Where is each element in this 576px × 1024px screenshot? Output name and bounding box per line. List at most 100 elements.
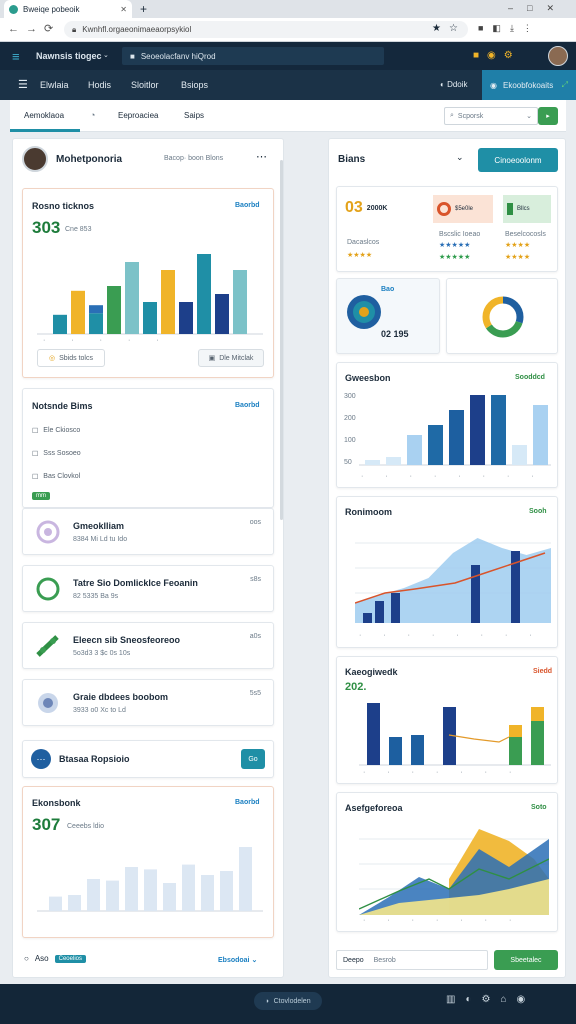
chat-icon: ⋯ xyxy=(31,749,51,769)
x-ticks: ······· xyxy=(363,769,534,776)
footer-button[interactable]: Sbeetalec xyxy=(494,950,558,970)
list-item[interactable]: Eleecn sib Sneosfeoreoo 5o3d3 3 $c 0s 10s… xyxy=(22,622,274,669)
bar xyxy=(107,286,121,334)
primary-button[interactable]: Cinoeoolonm xyxy=(478,148,558,172)
hamburger-icon[interactable]: ☰ xyxy=(18,78,28,91)
bar xyxy=(363,613,372,623)
footer-input[interactable]: Deepo Besrob xyxy=(336,950,488,970)
nav-right-link[interactable]: ◐ Ddoik xyxy=(440,80,468,89)
note-item[interactable]: ☐ Sss Sosoeo xyxy=(32,450,81,458)
history-icon[interactable]: ◔ xyxy=(90,110,95,120)
radio-icon[interactable]: ○ xyxy=(24,954,29,963)
address-bar: ←→⟳ 🔒︎ Kwnhfl.orgaeonimaeaorpsykiol ★☆ ■… xyxy=(0,18,576,42)
bar xyxy=(239,847,252,911)
avatar[interactable] xyxy=(548,46,568,66)
chart-link[interactable]: Siedd xyxy=(533,668,552,675)
target-icon xyxy=(437,202,451,216)
nav-arrows-icon[interactable]: ←→⟳ xyxy=(8,22,60,35)
favicon-icon xyxy=(9,4,18,14)
list-item[interactable]: Tatre Sio Domlicklce Feoanin 82 5335 Ba 9… xyxy=(22,565,274,612)
chevron-down-icon[interactable]: ⌄ xyxy=(456,152,464,163)
menu-icon[interactable]: ≡ xyxy=(12,49,20,64)
rating-stars: ★★★★ xyxy=(347,252,373,259)
nav-item-3[interactable]: Bsiops xyxy=(181,80,208,90)
export-button[interactable]: ▣ Dle Mitclak xyxy=(198,349,264,367)
bar xyxy=(531,721,544,765)
note-item[interactable]: ☐ Bas Clovkol xyxy=(32,473,80,481)
chart-title: Gweesbon xyxy=(345,373,391,383)
browser-tab[interactable]: Bweiqe pobeoik ✕ xyxy=(4,0,132,18)
bookmark-icon[interactable]: ★☆ xyxy=(432,23,466,34)
filter-button[interactable]: ▸ xyxy=(538,107,558,125)
area-chart-4 xyxy=(355,538,551,623)
banner-button[interactable]: Go xyxy=(241,749,265,769)
close-icon[interactable]: ✕ xyxy=(120,5,127,14)
nav-item-0[interactable]: Elwlaia xyxy=(40,80,69,90)
chart-value: 202. xyxy=(345,681,367,693)
bottom-bar: ◗ Ctovlodelen ▥◐⚙⌂◉ xyxy=(0,984,576,1024)
nav-item-2[interactable]: Sloitlor xyxy=(131,80,159,90)
bar xyxy=(49,896,62,911)
chevron-down-icon[interactable]: ⌄ xyxy=(103,51,109,59)
chart-link[interactable]: Sooh xyxy=(529,508,547,515)
tab-reports[interactable]: Eeproaciea xyxy=(118,111,158,120)
footer-link[interactable]: Ebsodoai ⌄ xyxy=(218,956,257,964)
bar xyxy=(533,405,548,465)
list-item[interactable]: Graie dbdees boobom 3933 o0 Xc to Ld 5s5 xyxy=(22,679,274,726)
status-pill[interactable]: ◗ Ctovlodelen xyxy=(254,992,322,1010)
chart-link[interactable]: Baorbd xyxy=(235,799,260,806)
nav-cta-button[interactable]: ◉ Ekoobfokoaits ⤢ xyxy=(482,70,576,100)
ring-icon xyxy=(36,577,60,600)
bar xyxy=(411,735,424,765)
window-controls[interactable]: –□✕ xyxy=(508,3,568,14)
sort-button[interactable]: ◎ Sbids tolcs xyxy=(37,349,105,367)
gear-icon xyxy=(38,692,58,713)
filter-icon: ◎ xyxy=(49,355,56,362)
notes-link[interactable]: Baorbd xyxy=(235,402,260,409)
app-title: Nawnsis tiogec xyxy=(36,51,102,61)
moon-icon: ◗ xyxy=(265,997,270,1005)
note-item[interactable]: ☐ Ele Ckiosco xyxy=(32,427,80,435)
square-icon: ■ xyxy=(130,51,135,61)
bar xyxy=(375,601,384,623)
url-field[interactable]: 🔒︎ Kwnhfl.orgaeonimaeaorpsykiol xyxy=(64,21,468,38)
checkbox-icon: ☐ xyxy=(32,451,39,458)
chart-link[interactable]: Sooddcd xyxy=(515,374,545,381)
bar xyxy=(470,395,485,465)
list-item[interactable]: Gmeoklliam 8384 Mi Ld tu Ido oos xyxy=(22,508,274,555)
expand-icon: ⤢ xyxy=(561,80,568,89)
taskbar-icons[interactable]: ▥◐⚙⌂◉ xyxy=(446,994,535,1005)
leaf-icon xyxy=(36,634,59,657)
tab-sales[interactable]: Saips xyxy=(184,111,204,120)
nav-item-1[interactable]: Hodis xyxy=(88,80,111,90)
chart-title: Rosno ticknos xyxy=(32,201,95,211)
bar xyxy=(531,707,544,721)
bar xyxy=(106,880,119,911)
chart-card-1: Rosno ticknos Baorbd 303 Cne 853 ····· ◎… xyxy=(22,188,274,378)
rating-stars: ★★★★ xyxy=(505,254,531,261)
tab-home[interactable]: Aemoklaoa xyxy=(24,111,64,120)
more-icon[interactable]: ⋯ xyxy=(256,150,267,163)
new-tab-icon[interactable]: + xyxy=(140,2,147,16)
app-bar: ≡ Nawnsis tiogec ⌄ ■ Seoeolacfanv hiQrod… xyxy=(0,42,576,70)
chart-link[interactable]: Baorbd xyxy=(235,202,260,209)
bar xyxy=(220,871,233,911)
notification-icons[interactable]: ■◉⚙ xyxy=(473,50,521,61)
x-ticks: ····· xyxy=(43,337,185,344)
tab-title: Bweiqe pobeoik xyxy=(23,4,80,14)
chart-link[interactable]: Soto xyxy=(531,804,547,811)
stat-0: 03 2000K xyxy=(345,199,388,216)
donut-card xyxy=(446,278,558,354)
notes-card: Notsnde Bims Baorbd ☐ Ele Ckiosco ☐ Sss So… xyxy=(22,388,274,508)
bar xyxy=(389,737,402,765)
bar xyxy=(391,593,400,623)
chart-subvalue: Cne 853 xyxy=(65,226,92,233)
lock-icon: 🔒︎ xyxy=(72,24,77,34)
extensions-icon[interactable]: ■◧⤓⋮ xyxy=(478,23,541,34)
app-search[interactable]: ■ Seoeolacfanv hiQrod xyxy=(122,47,384,65)
bar xyxy=(512,445,527,465)
filter-search[interactable]: ⌕ Scporsk ⌄ xyxy=(444,107,538,125)
scrollbar[interactable] xyxy=(280,160,283,520)
profile-avatar[interactable] xyxy=(22,146,48,172)
right-title: Bians xyxy=(338,154,366,165)
